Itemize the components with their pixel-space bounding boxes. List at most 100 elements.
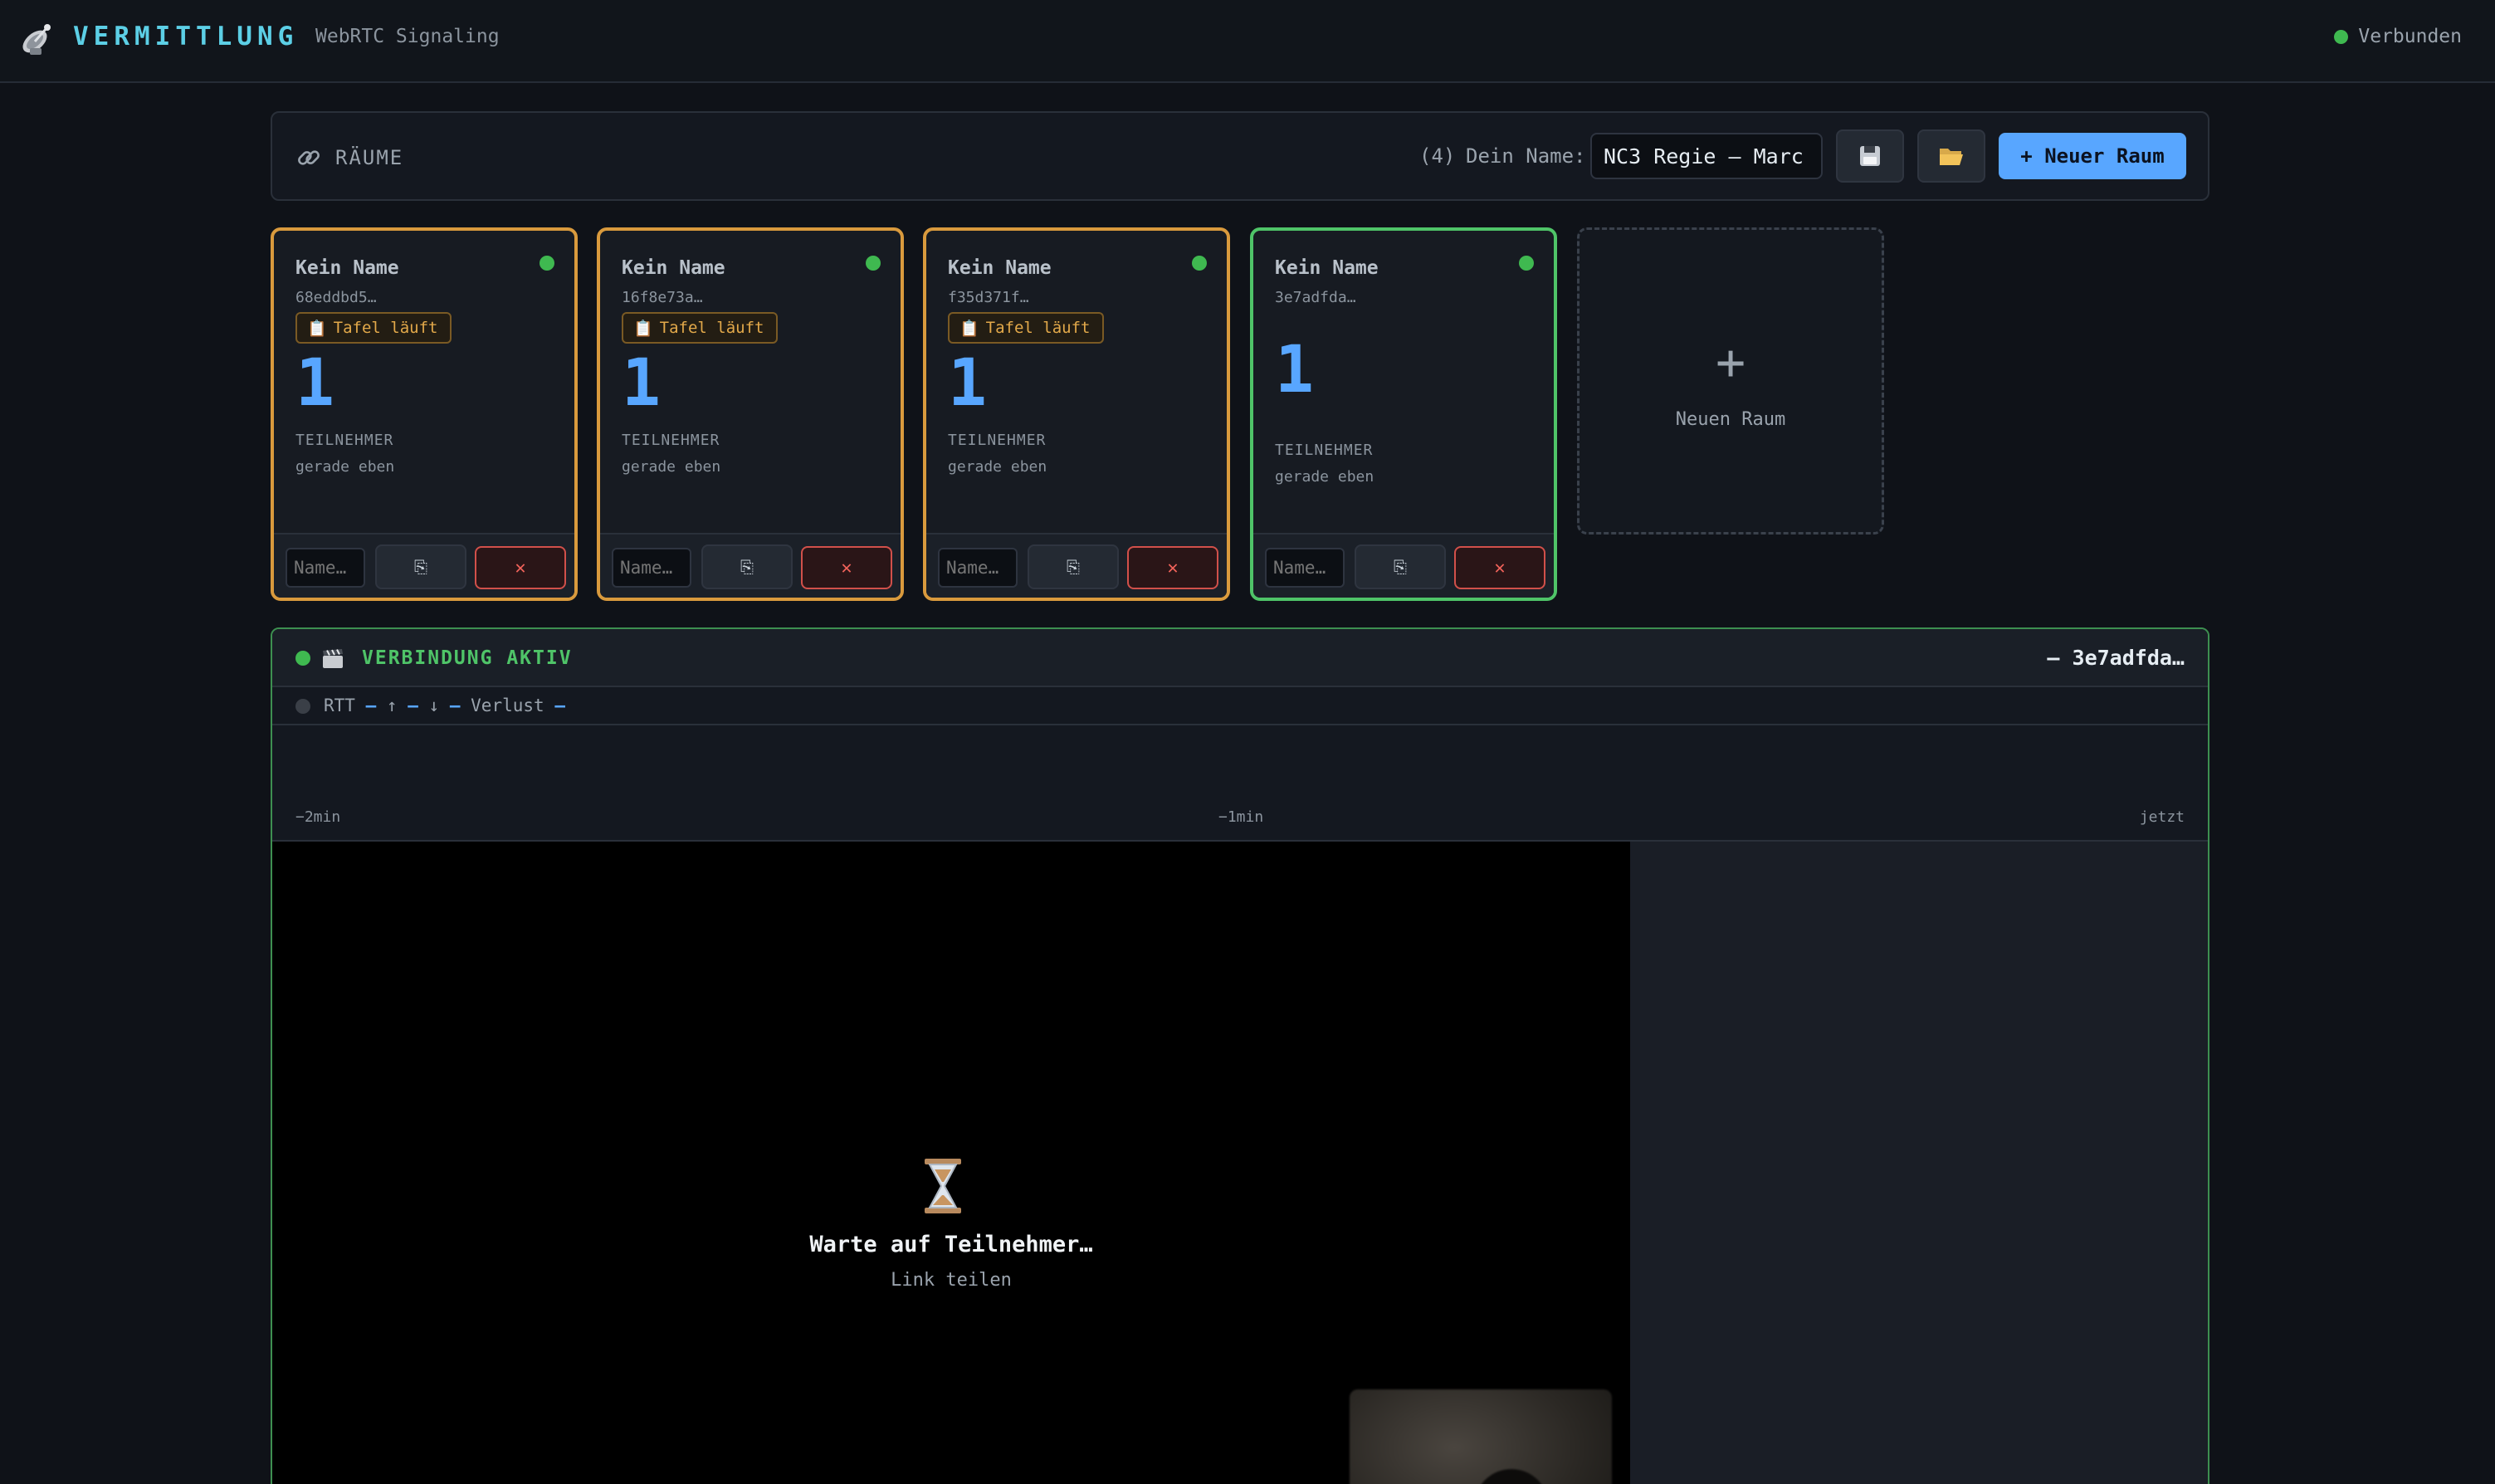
- room-card-actions: ⎘ ✕: [600, 533, 901, 598]
- top-bar: VERMITTLUNG WebRTC Signaling Verbunden: [0, 0, 2495, 83]
- participant-count: 1: [622, 346, 661, 421]
- delete-room-button[interactable]: ✕: [475, 546, 566, 589]
- folder-open-icon: [1940, 149, 1963, 165]
- new-room-button[interactable]: + Neuer Raum: [1999, 133, 2186, 179]
- connection-title: VERBINDUNG AKTIV: [362, 647, 573, 669]
- local-video-preview: [1350, 1389, 1612, 1484]
- clipboard-icon: 📋: [307, 319, 327, 338]
- status-dot-icon: [2334, 29, 2349, 44]
- whiteboard-badge: 📋 Tafel läuft: [295, 312, 452, 344]
- connection-panel: VERBINDUNG AKTIV – 3e7adfda… RTT – ↑ – ↓…: [271, 627, 2209, 1484]
- room-card[interactable]: Kein Name 16f8e73a… 📋 Tafel läuft 1 TEIL…: [597, 227, 904, 601]
- clipboard-icon: 📋: [633, 319, 653, 338]
- stats-graph: −2min −1min jetzt: [272, 725, 2208, 842]
- participant-count: 1: [295, 346, 334, 421]
- loss-label: Verlust: [471, 696, 544, 715]
- copy-icon: ⎘: [1394, 557, 1407, 577]
- room-card-actions: ⎘ ✕: [1253, 533, 1554, 598]
- room-id: 16f8e73a…: [622, 289, 703, 306]
- room-name-input[interactable]: [1265, 548, 1345, 588]
- open-folder-button[interactable]: [1917, 129, 1985, 183]
- copy-link-button[interactable]: ⎘: [375, 544, 466, 589]
- room-id: 68eddbd5…: [295, 289, 377, 306]
- rooms-count: (4): [1419, 144, 1456, 168]
- room-card-actions: ⎘ ✕: [274, 533, 574, 598]
- copy-icon: ⎘: [740, 557, 754, 577]
- link-icon: [298, 150, 320, 165]
- room-card-actions: ⎘ ✕: [926, 533, 1227, 598]
- download-label: ↓: [428, 696, 440, 715]
- room-name: Kein Name: [948, 257, 1052, 279]
- room-card[interactable]: Kein Name 68eddbd5… 📋 Tafel läuft 1 TEIL…: [271, 227, 578, 601]
- delete-room-button[interactable]: ✕: [801, 546, 892, 589]
- participant-label: TEILNEHMER: [622, 432, 720, 449]
- participant-label: TEILNEHMER: [295, 432, 394, 449]
- save-name-button[interactable]: [1836, 129, 1904, 183]
- rooms-title: RÄUME: [335, 146, 404, 169]
- rtt-label: RTT: [324, 696, 355, 715]
- clipboard-icon: 📋: [959, 319, 979, 338]
- new-room-card[interactable]: + Neuen Raum: [1577, 227, 1884, 535]
- room-name: Kein Name: [295, 257, 399, 279]
- app-title: VERMITTLUNG: [73, 22, 299, 51]
- clapperboard-icon: [323, 649, 343, 668]
- stats-line: RTT – ↑ – ↓ – Verlust –: [324, 696, 565, 715]
- your-name-label: Dein Name:: [1466, 144, 1586, 168]
- share-link-hint: Link teilen: [891, 1270, 1012, 1291]
- your-name-input[interactable]: [1590, 133, 1823, 179]
- floppy-disk-icon: [1860, 146, 1880, 166]
- room-status-dot-icon: [1192, 256, 1207, 271]
- satellite-dish-icon: [22, 24, 51, 55]
- connection-room-id: – 3e7adfda…: [2047, 646, 2185, 670]
- room-status-dot-icon: [1519, 256, 1534, 271]
- room-name-input[interactable]: [612, 548, 691, 588]
- side-panel: [1630, 842, 2208, 1484]
- connection-active-dot-icon: [295, 651, 310, 666]
- loss-value: –: [554, 696, 565, 715]
- participant-label: TEILNEHMER: [948, 432, 1047, 449]
- room-status-dot-icon: [866, 256, 881, 271]
- room-card[interactable]: Kein Name f35d371f… 📋 Tafel läuft 1 TEIL…: [923, 227, 1230, 601]
- remote-video: Warte auf Teilnehmer… Link teilen: [272, 842, 1630, 1484]
- last-activity: gerade eben: [1275, 468, 1374, 486]
- app-subtitle: WebRTC Signaling: [315, 26, 500, 47]
- participant-label: TEILNEHMER: [1275, 442, 1374, 459]
- upload-label: ↑: [386, 696, 398, 715]
- last-activity: gerade eben: [295, 458, 395, 476]
- delete-room-button[interactable]: ✕: [1454, 546, 1545, 589]
- connection-status: Verbunden: [2334, 26, 2462, 47]
- room-id: 3e7adfda…: [1275, 289, 1356, 306]
- stats-indicator-icon: [295, 699, 310, 714]
- last-activity: gerade eben: [622, 458, 721, 476]
- whiteboard-badge-label: Tafel läuft: [659, 319, 764, 337]
- plus-icon: +: [1715, 334, 1746, 392]
- rtt-value: –: [365, 696, 377, 715]
- copy-link-button[interactable]: ⎘: [1028, 544, 1119, 589]
- participant-count: 1: [948, 346, 987, 421]
- copy-link-button[interactable]: ⎘: [1355, 544, 1446, 589]
- whiteboard-badge-label: Tafel läuft: [333, 319, 438, 337]
- rooms-toolbar: RÄUME (4) Dein Name: + Neuer Raum: [271, 111, 2209, 201]
- preview-person: [1474, 1469, 1549, 1484]
- room-card-active[interactable]: Kein Name 3e7adfda… 1 TEILNEHMER gerade …: [1250, 227, 1557, 601]
- copy-icon: ⎘: [414, 557, 427, 577]
- whiteboard-badge: 📋 Tafel läuft: [948, 312, 1104, 344]
- delete-room-button[interactable]: ✕: [1127, 546, 1218, 589]
- download-value: –: [449, 696, 461, 715]
- whiteboard-badge-label: Tafel läuft: [985, 319, 1091, 337]
- room-name: Kein Name: [622, 257, 725, 279]
- upload-value: –: [408, 696, 418, 715]
- room-name: Kein Name: [1275, 257, 1379, 279]
- whiteboard-badge: 📋 Tafel läuft: [622, 312, 778, 344]
- room-status-dot-icon: [540, 256, 554, 271]
- room-id: f35d371f…: [948, 289, 1029, 306]
- last-activity: gerade eben: [948, 458, 1047, 476]
- room-name-input[interactable]: [938, 548, 1018, 588]
- hourglass-icon: [925, 1159, 961, 1213]
- copy-link-button[interactable]: ⎘: [701, 544, 793, 589]
- graph-tick-start: −2min: [295, 808, 341, 826]
- connection-status-label: Verbunden: [2358, 26, 2462, 47]
- connection-stats: RTT – ↑ – ↓ – Verlust –: [272, 687, 2208, 725]
- room-name-input[interactable]: [286, 548, 365, 588]
- participant-count: 1: [1275, 333, 1314, 408]
